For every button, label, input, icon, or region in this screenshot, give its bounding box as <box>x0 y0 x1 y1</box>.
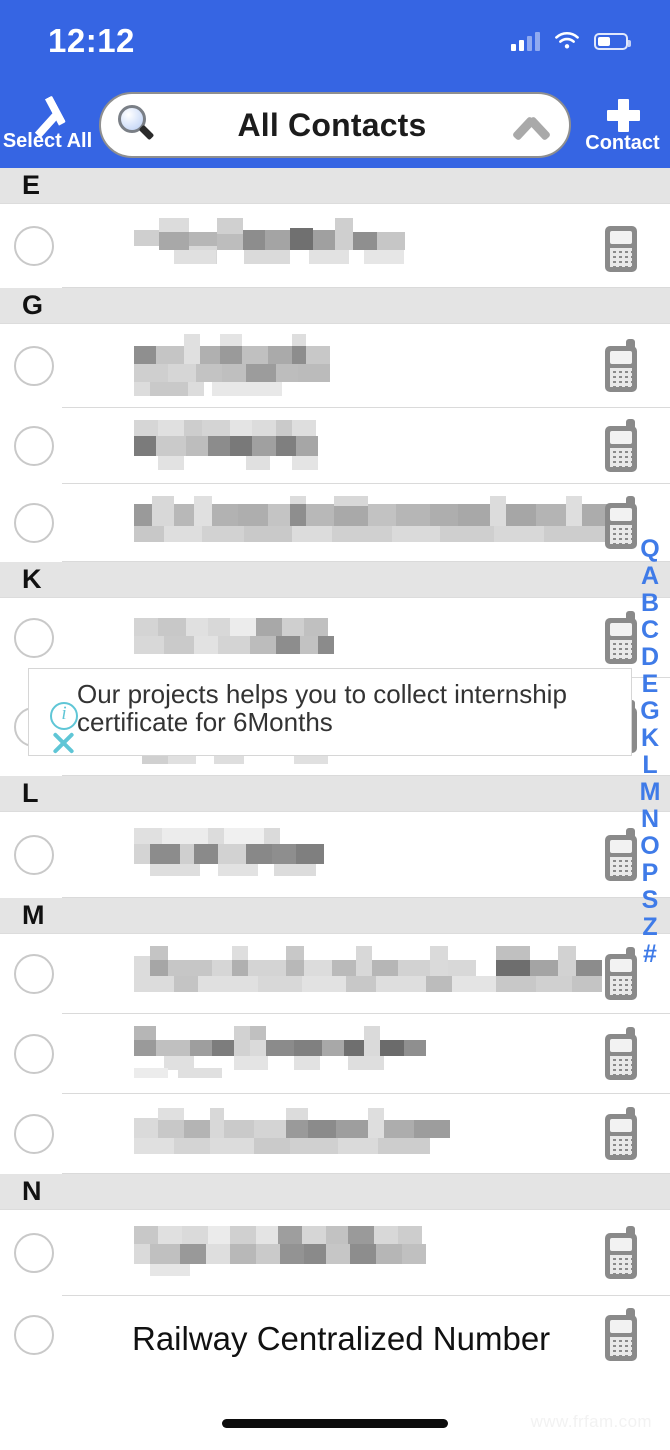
table-row[interactable]: Railway Centralized Number <box>0 1296 670 1374</box>
mobile-phone-icon[interactable] <box>598 1026 644 1082</box>
index-letter-a[interactable]: A <box>633 563 667 590</box>
alphabet-index[interactable]: Q A B C D E G K L M N O P S Z # <box>633 536 667 968</box>
unchecked-circle-icon[interactable] <box>14 1233 54 1273</box>
contact-name-redacted <box>74 598 598 678</box>
contact-name-redacted <box>74 812 598 898</box>
home-indicator[interactable] <box>222 1419 448 1428</box>
table-row[interactable] <box>0 812 670 898</box>
table-row[interactable] <box>0 934 670 1014</box>
table-row[interactable] <box>0 204 670 288</box>
status-bar-clock: 12:12 <box>48 22 135 59</box>
add-contact-button[interactable]: Contact <box>575 82 670 168</box>
select-all-button[interactable]: Select All <box>0 82 95 168</box>
section-header-n: N <box>0 1174 670 1210</box>
contact-name-redacted <box>74 1094 598 1174</box>
add-contact-label: Contact <box>585 131 660 154</box>
section-header-e: E <box>0 168 670 204</box>
section-header-g: G <box>0 288 670 324</box>
index-letter-n[interactable]: N <box>633 806 667 833</box>
unchecked-circle-icon <box>14 835 54 875</box>
contact-name-redacted <box>74 934 602 1014</box>
contact-name-redacted <box>74 324 598 408</box>
index-search-icon[interactable]: Q <box>633 536 667 563</box>
unchecked-circle-icon[interactable] <box>14 1114 54 1154</box>
checkmark-icon <box>26 100 70 130</box>
index-letter-p[interactable]: P <box>633 860 667 887</box>
index-letter-g[interactable]: G <box>633 698 667 725</box>
status-bar: 12:12 <box>0 0 670 82</box>
pager-phone-icon[interactable] <box>598 218 644 274</box>
watermark: www.frfam.com <box>530 1412 652 1431</box>
mobile-phone-icon[interactable] <box>598 338 644 394</box>
index-letter-c[interactable]: C <box>633 617 667 644</box>
contact-name-text: Railway Centralized Number <box>132 1320 551 1357</box>
chevron-up-icon[interactable] <box>505 110 551 140</box>
index-letter-m[interactable]: M <box>633 779 667 806</box>
section-header-k: K <box>0 562 670 598</box>
promo-banner-text: Our projects helps you to collect intern… <box>77 681 567 737</box>
index-letter-e[interactable]: E <box>633 671 667 698</box>
unchecked-circle-icon[interactable] <box>14 226 54 266</box>
table-row[interactable] <box>0 484 670 562</box>
close-x-icon[interactable] <box>48 728 78 758</box>
unchecked-circle-icon[interactable] <box>14 1315 54 1355</box>
unchecked-circle-icon[interactable] <box>14 954 54 994</box>
unchecked-circle-icon[interactable] <box>14 1034 54 1074</box>
table-row[interactable] <box>0 324 670 408</box>
index-letter-l[interactable]: L <box>633 752 667 779</box>
search-bar[interactable]: All Contacts <box>99 92 571 158</box>
cellular-signal-icon <box>511 31 540 51</box>
index-letter-d[interactable]: D <box>633 644 667 671</box>
status-bar-icons <box>511 31 631 51</box>
mobile-phone-icon[interactable] <box>598 1225 644 1281</box>
promo-banner[interactable]: Our projects helps you to collect intern… <box>28 668 632 756</box>
search-title: All Contacts <box>237 106 427 143</box>
wifi-icon <box>554 31 580 51</box>
contacts-list[interactable]: E G K L M N Railway Centralized Number <box>0 168 670 1450</box>
unchecked-circle-icon[interactable] <box>14 346 54 386</box>
contact-name-redacted <box>74 204 598 288</box>
contact-name: Railway Centralized Number <box>74 1296 598 1374</box>
table-row[interactable] <box>0 408 670 484</box>
index-letter-s[interactable]: S <box>633 887 667 914</box>
index-letter-hash[interactable]: # <box>633 941 667 968</box>
index-letter-z[interactable]: Z <box>633 914 667 941</box>
index-letter-o[interactable]: O <box>633 833 667 860</box>
unchecked-circle-icon[interactable] <box>14 618 54 658</box>
contacts-app-screen: 12:12 Select All All Contacts Contact E … <box>0 0 670 1450</box>
contact-name-redacted <box>74 1014 598 1094</box>
plus-icon <box>601 98 645 132</box>
mobile-phone-icon[interactable] <box>598 418 644 474</box>
index-letter-b[interactable]: B <box>633 590 667 617</box>
table-row[interactable] <box>0 1014 670 1094</box>
info-circle-icon[interactable] <box>50 702 78 730</box>
select-all-label: Select All <box>2 129 93 152</box>
unchecked-circle-icon[interactable] <box>14 426 54 466</box>
battery-icon <box>594 32 631 50</box>
index-letter-k[interactable]: K <box>633 725 667 752</box>
unchecked-circle-icon[interactable] <box>14 503 54 543</box>
mobile-phone-icon[interactable] <box>598 1106 644 1162</box>
section-header-l: L <box>0 776 670 812</box>
contact-name-redacted <box>74 1210 598 1296</box>
table-row[interactable] <box>0 1094 670 1174</box>
section-header-m: M <box>0 898 670 934</box>
contact-name-redacted <box>74 484 612 562</box>
mobile-phone-icon[interactable] <box>598 1307 644 1363</box>
navigation-bar: Select All All Contacts Contact <box>0 82 670 168</box>
table-row[interactable] <box>0 598 670 678</box>
table-row[interactable] <box>0 1210 670 1296</box>
magnifier-icon[interactable] <box>115 103 159 147</box>
contact-name-redacted <box>74 408 598 484</box>
